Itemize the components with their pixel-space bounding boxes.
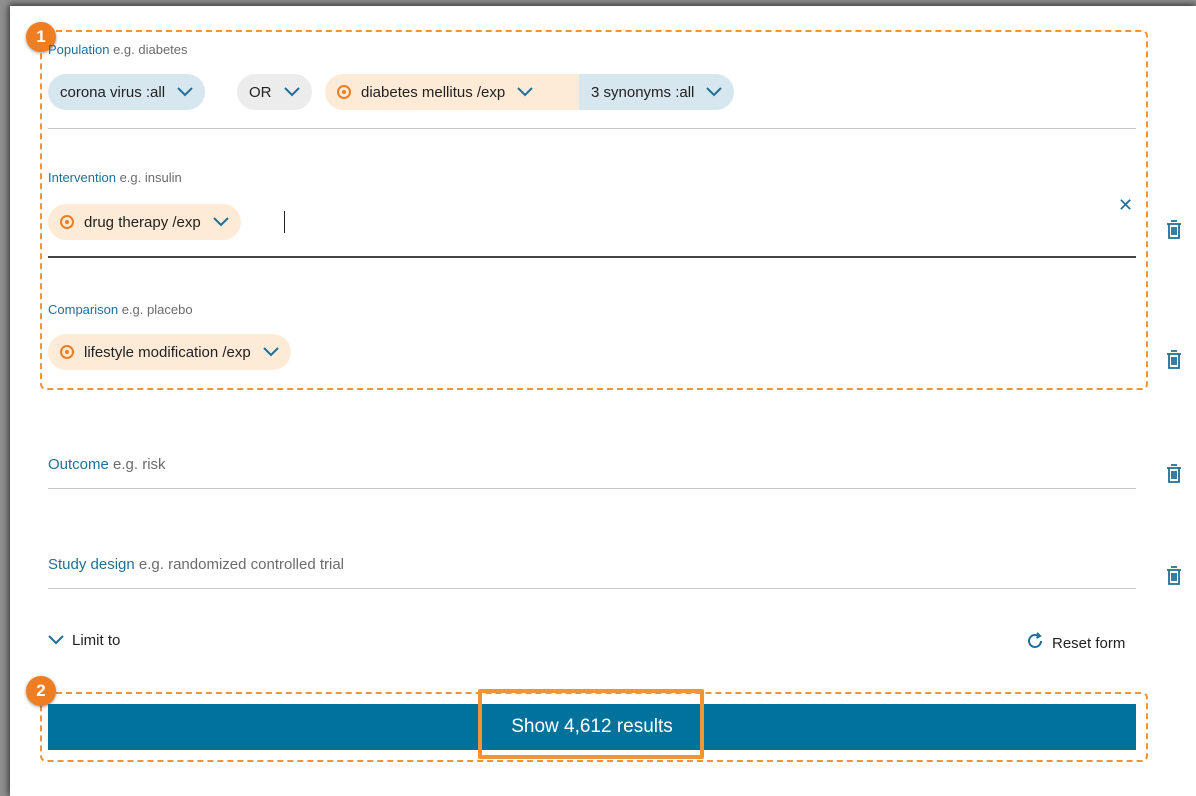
trash-icon[interactable] xyxy=(1166,566,1182,586)
intervention-label: Intervention e.g. insulin xyxy=(48,170,1136,185)
limit-to-toggle[interactable]: Limit to xyxy=(48,632,120,649)
comparison-hint: e.g. placebo xyxy=(121,302,193,317)
intervention-field[interactable]: Intervention e.g. insulin drug therapy /… xyxy=(48,170,1136,260)
intervention-hint: e.g. insulin xyxy=(119,170,182,185)
chip-label: diabetes mellitus /exp xyxy=(361,83,506,101)
operator-label: OR xyxy=(249,83,272,101)
population-label-text: Population xyxy=(48,42,110,57)
population-underline xyxy=(48,128,1136,129)
callout-badge-2: 2 xyxy=(26,676,56,706)
study-design-underline xyxy=(48,588,1136,589)
chip-operator-or[interactable]: OR xyxy=(237,74,312,110)
study-design-label: Study design e.g. randomized controlled … xyxy=(48,556,1136,573)
outcome-hint: e.g. risk xyxy=(113,456,166,473)
outcome-underline xyxy=(48,488,1136,489)
chip-diabetes-mellitus[interactable]: diabetes mellitus /exp xyxy=(325,74,579,110)
target-icon xyxy=(60,215,74,229)
chip-drug-therapy[interactable]: drug therapy /exp xyxy=(48,204,241,240)
study-design-hint: e.g. randomized controlled trial xyxy=(138,556,345,573)
reset-form-label: Reset form xyxy=(1052,634,1126,652)
chevron-down-icon[interactable] xyxy=(177,87,193,97)
text-caret xyxy=(284,211,285,233)
target-icon xyxy=(337,85,351,99)
trash-icon[interactable] xyxy=(1166,220,1182,240)
chevron-down-icon[interactable] xyxy=(706,87,723,97)
chip-label: drug therapy /exp xyxy=(84,213,201,231)
intervention-underline xyxy=(48,256,1136,258)
highlight-outline xyxy=(478,689,704,759)
comparison-label: Comparison e.g. placebo xyxy=(48,302,1136,317)
chip-corona-virus[interactable]: corona virus :all xyxy=(48,74,206,110)
study-design-label-text: Study design xyxy=(48,556,135,573)
chip-label: 3 synonyms :all xyxy=(591,83,695,101)
population-label: Population e.g. diabetes xyxy=(48,42,1136,57)
comparison-field[interactable]: Comparison e.g. placebo lifestyle modifi… xyxy=(48,302,1136,372)
outcome-label-text: Outcome xyxy=(48,456,109,473)
refresh-icon xyxy=(1026,632,1044,654)
reset-form-button[interactable]: Reset form xyxy=(1026,632,1125,654)
population-hint: e.g. diabetes xyxy=(113,42,188,57)
trash-icon[interactable] xyxy=(1166,464,1182,484)
study-design-field[interactable]: Study design e.g. randomized controlled … xyxy=(48,556,1136,590)
trash-icon[interactable] xyxy=(1166,350,1182,370)
target-icon xyxy=(60,345,74,359)
outcome-label: Outcome e.g. risk xyxy=(48,456,1136,473)
chip-lifestyle-modification[interactable]: lifestyle modification /exp xyxy=(48,334,291,370)
chevron-down-icon xyxy=(48,632,64,649)
chip-label: corona virus :all xyxy=(60,83,166,101)
pico-search-form: 1 Population e.g. diabetes corona virus … xyxy=(10,6,1196,796)
comparison-label-text: Comparison xyxy=(48,302,119,317)
intervention-label-text: Intervention xyxy=(48,170,116,185)
chevron-down-icon[interactable] xyxy=(517,87,533,97)
limit-to-label: Limit to xyxy=(72,632,121,649)
chevron-down-icon[interactable] xyxy=(283,87,300,97)
chip-label: lifestyle modification /exp xyxy=(84,343,251,361)
chevron-down-icon[interactable] xyxy=(263,347,279,357)
chip-synonyms[interactable]: 3 synonyms :all xyxy=(579,74,735,110)
outcome-field[interactable]: Outcome e.g. risk xyxy=(48,456,1136,490)
population-field: Population e.g. diabetes corona virus :a… xyxy=(48,42,1136,132)
chevron-down-icon[interactable] xyxy=(213,217,229,227)
close-icon[interactable]: ✕ xyxy=(1118,196,1133,214)
